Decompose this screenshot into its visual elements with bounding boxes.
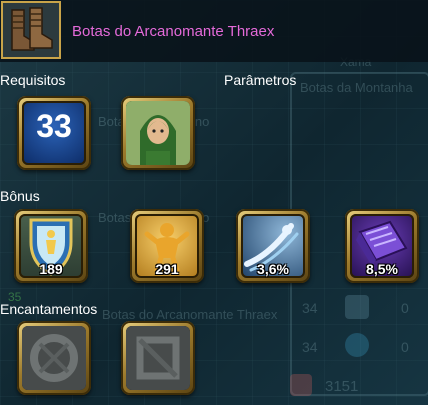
background-swirl-icon	[345, 333, 369, 357]
background-figure-icon	[345, 295, 369, 319]
requirements-label: Requisitos	[0, 72, 66, 88]
bonus-value: 189	[39, 261, 63, 277]
bonus-value: 291	[155, 261, 179, 277]
background-health-icon	[290, 374, 312, 396]
bonus-slot-stamina[interactable]: 291	[130, 209, 204, 283]
bonus-value: 8,5%	[366, 261, 398, 277]
bonus-slot-dodge[interactable]: 3,6%	[236, 209, 310, 283]
background-stat: 34	[302, 339, 318, 355]
bonus-value: 3,6%	[257, 261, 289, 277]
required-level-slot[interactable]: 33	[17, 96, 91, 170]
background-stat: 34	[302, 300, 318, 316]
background-item-line: Botas da Montanha	[300, 80, 413, 95]
enchantments-label: Encantamentos	[0, 301, 98, 317]
item-title: Botas do Arcanomante Thraex	[72, 23, 275, 40]
item-icon-frame[interactable]	[1, 1, 61, 59]
green-hooded-ranger-portrait	[126, 101, 190, 165]
background-gold: 3151	[325, 378, 359, 395]
background-stat: 0	[401, 300, 409, 316]
bonus-slot-magic[interactable]: 8,5%	[345, 209, 419, 283]
required-class-slot[interactable]	[121, 96, 195, 170]
required-level-value: 33	[36, 108, 72, 144]
leather-boots-icon	[11, 7, 53, 51]
bonus-label: Bônus	[0, 188, 40, 204]
empty-rune-slot-square-icon	[126, 326, 190, 390]
bonus-slot-defense[interactable]: 189	[14, 209, 88, 283]
empty-rune-slot-round-icon	[22, 326, 86, 390]
parameters-label: Parâmetros	[224, 72, 297, 88]
background-stat: 0	[401, 339, 409, 355]
enchantment-slot-1[interactable]	[17, 321, 91, 395]
background-item-line: Botas do Arcanomante Thraex	[102, 307, 278, 322]
enchantment-slot-2[interactable]	[121, 321, 195, 395]
